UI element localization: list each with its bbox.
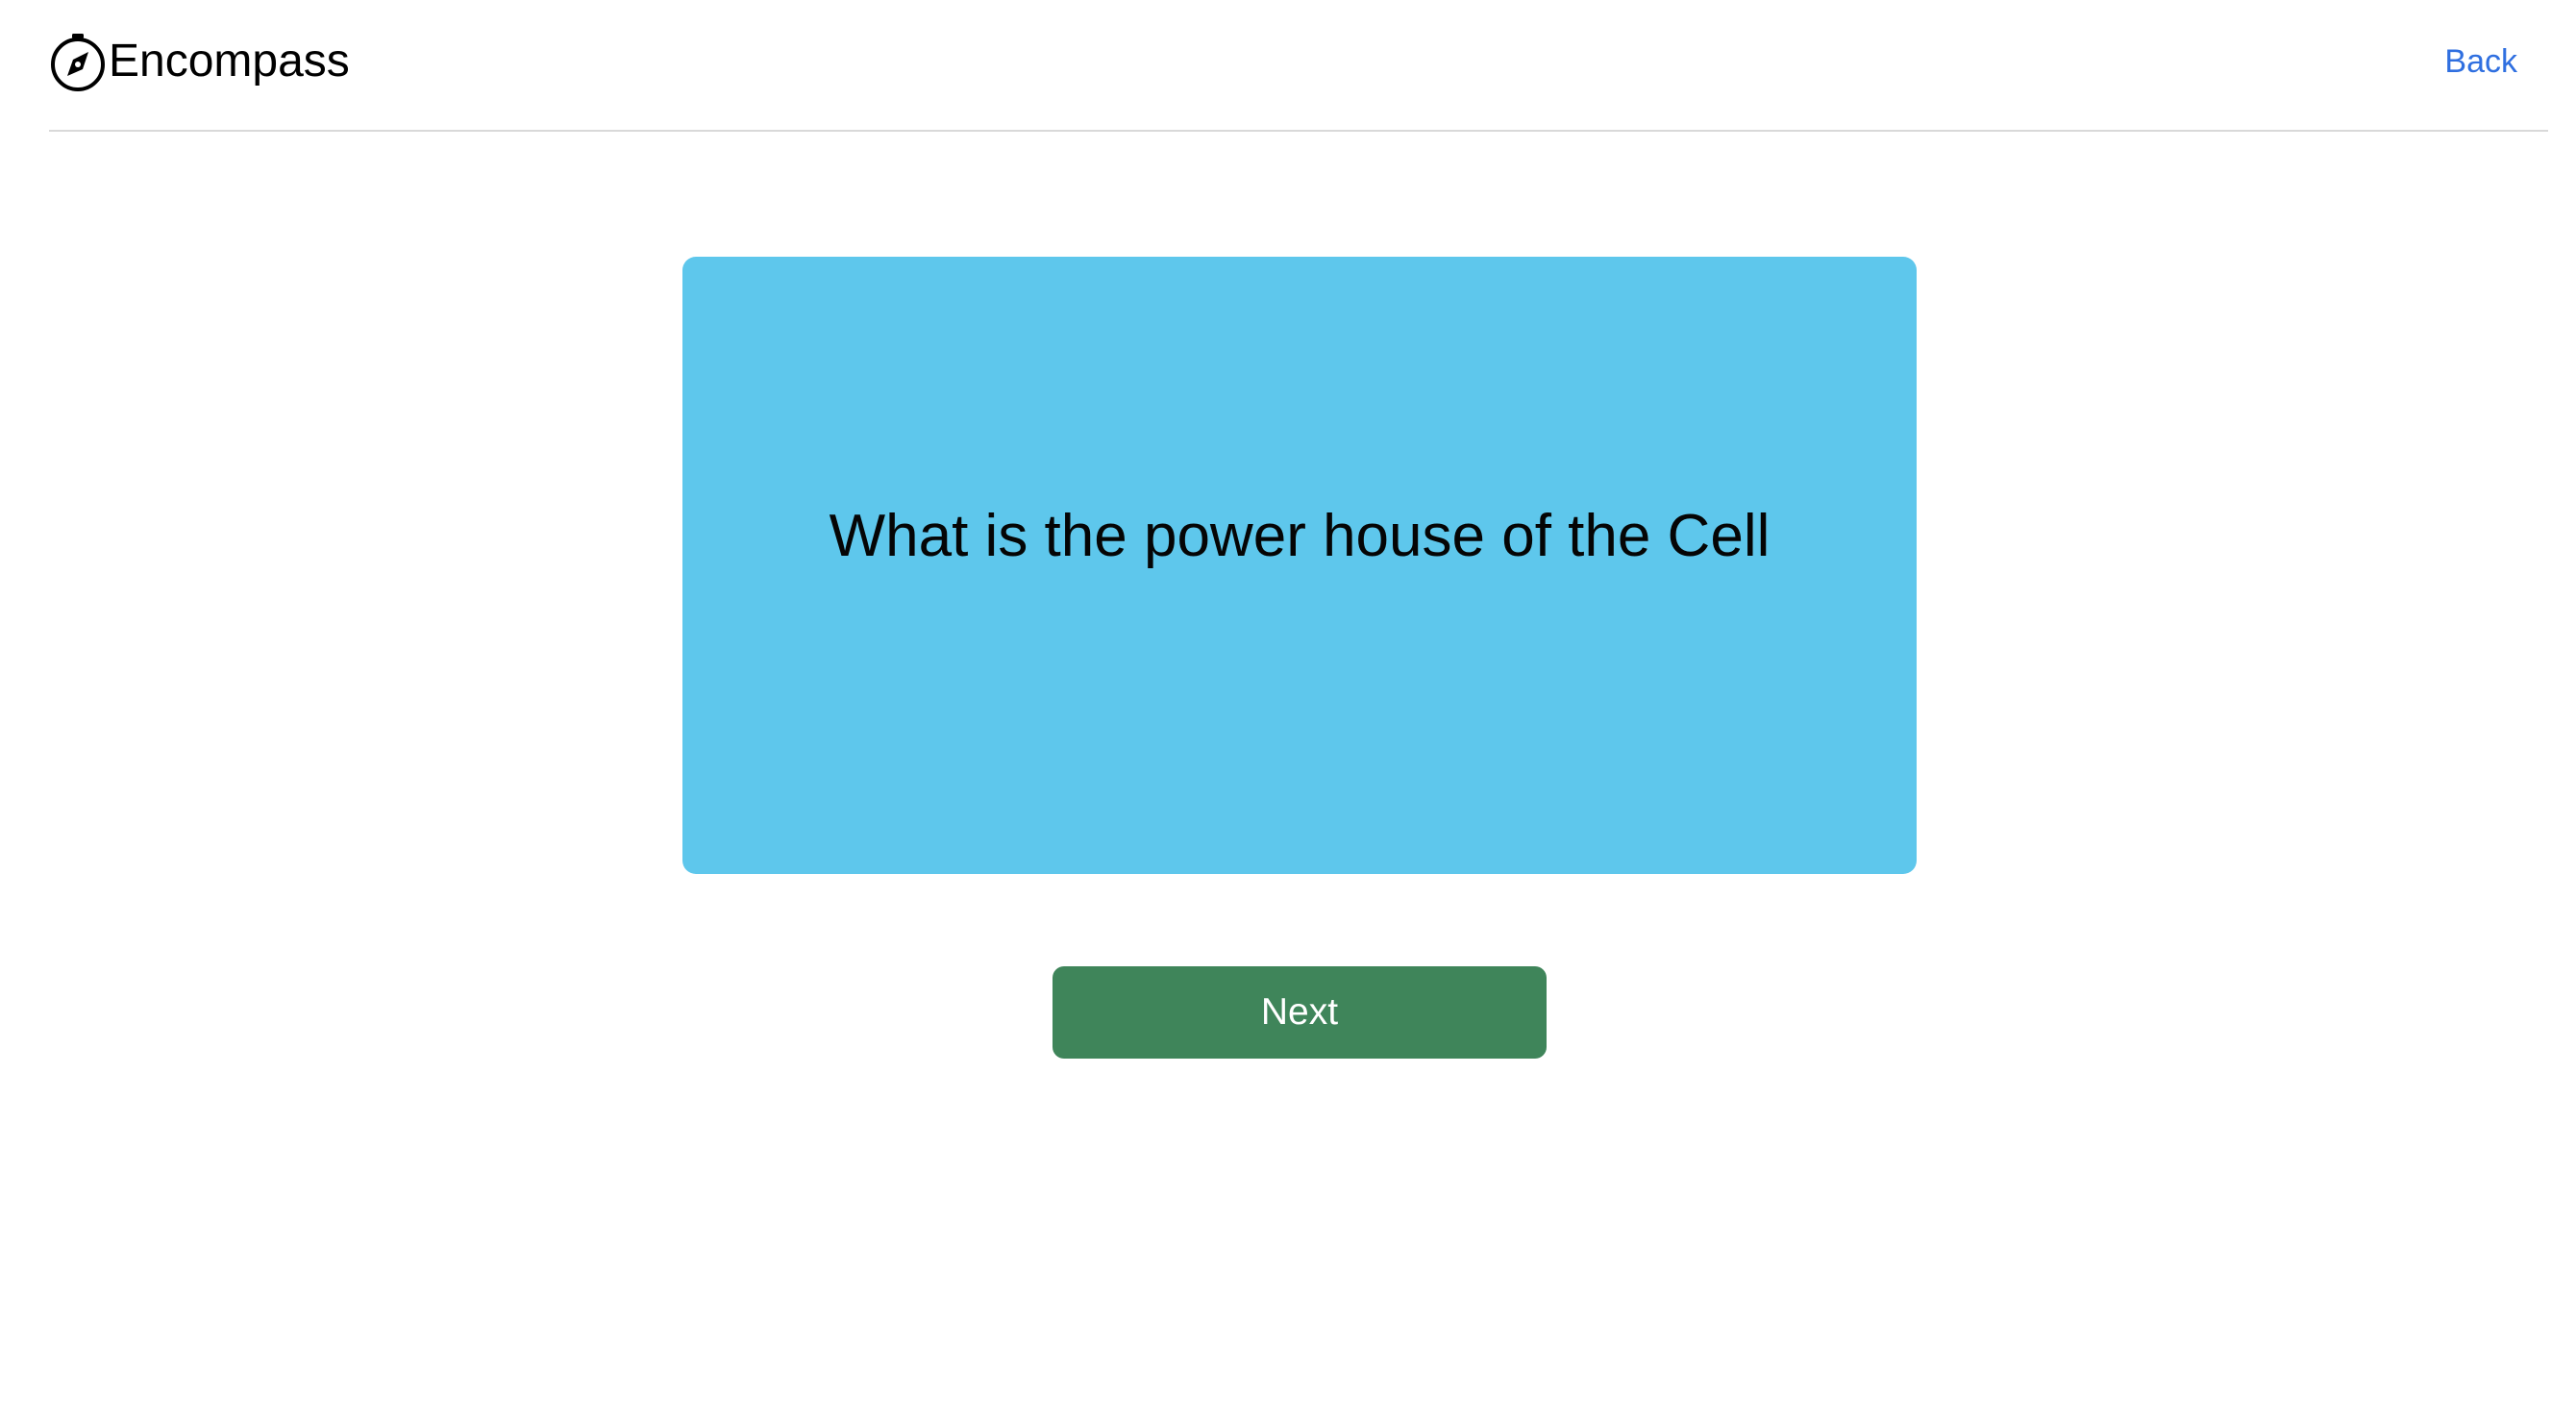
flashcard-question: What is the power house of the Cell (829, 503, 1771, 569)
back-link[interactable]: Back (2444, 38, 2517, 85)
next-button[interactable]: Next (1053, 966, 1547, 1059)
flashcard-page: Encompass Back What is the power house o… (0, 0, 2576, 1423)
brand-name: Encompass (109, 36, 350, 87)
compass-icon (49, 30, 107, 93)
brand: Encompass (49, 30, 350, 93)
flashcard[interactable]: What is the power house of the Cell (682, 257, 1917, 874)
top-navigation-bar: Encompass Back (49, 0, 2548, 132)
